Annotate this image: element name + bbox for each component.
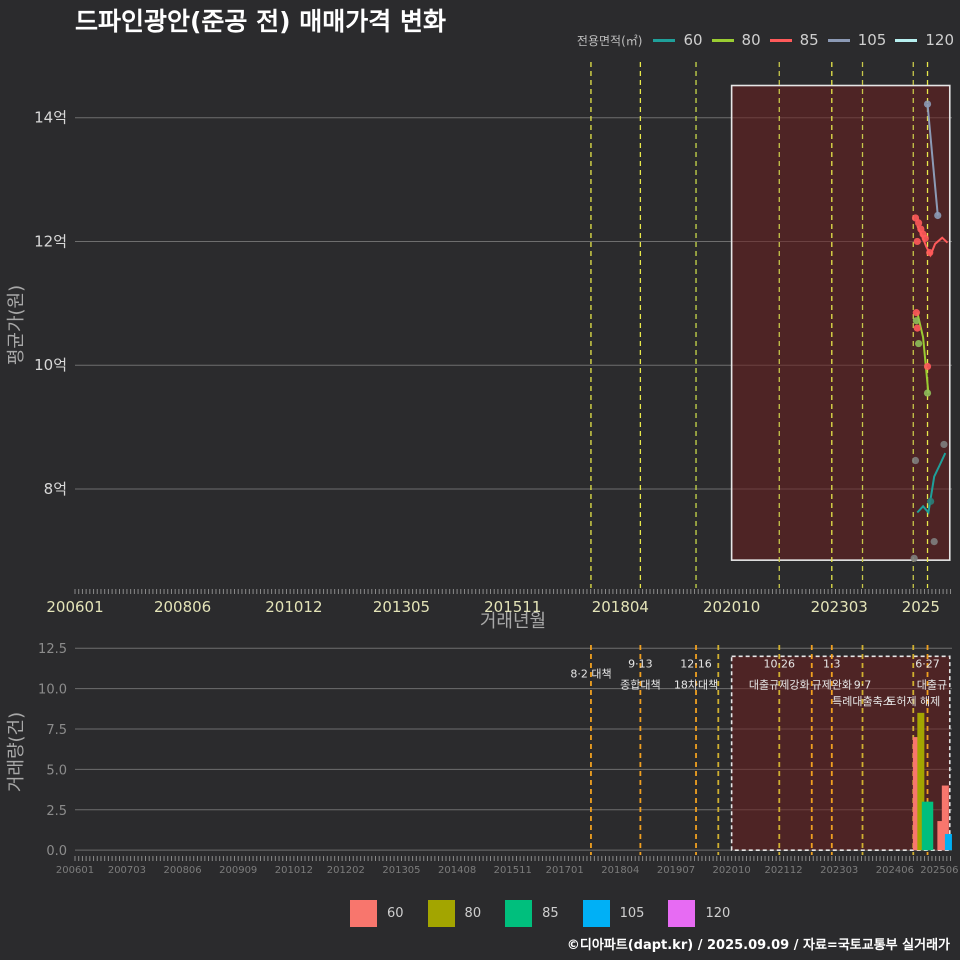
policy-annotation: 10·26 <box>764 658 796 671</box>
legend-item-105: 105 <box>582 900 645 927</box>
data-point <box>940 440 948 449</box>
legend-label: 105 <box>619 906 645 921</box>
x-tick-label: 200909 <box>219 865 257 876</box>
policy-annotation: 대출규제강화 <box>749 679 810 692</box>
data-point <box>910 554 918 562</box>
x-tick-label: 201804 <box>592 598 649 616</box>
legend-color-swatch <box>668 900 696 927</box>
x-tick-label: 201804 <box>601 865 639 876</box>
x-tick-label: 202506 <box>920 865 958 876</box>
x-tick-label: 2025 <box>902 598 940 616</box>
legend-label: 85 <box>542 906 559 921</box>
y-tick-label: 5.0 <box>46 763 67 778</box>
x-tick-label: 200703 <box>108 865 146 876</box>
x-axis-title: 거래년월 <box>480 611 546 632</box>
y-tick-label: 14억 <box>34 109 67 127</box>
data-point <box>927 497 935 505</box>
legend-label: 80 <box>464 906 482 921</box>
x-tick-label: 202406 <box>876 865 914 876</box>
policy-annotation: 1·3 <box>823 658 841 671</box>
data-point <box>934 211 942 220</box>
x-tick-label: 201305 <box>382 865 420 876</box>
legend-color-swatch <box>427 900 455 927</box>
legend-color-swatch <box>505 900 533 927</box>
data-point <box>915 339 923 348</box>
data-point <box>913 324 921 332</box>
x-tick-label: 200806 <box>163 865 201 876</box>
legend-item-85: 85 <box>505 900 559 927</box>
x-tick-label: 202112 <box>764 865 802 876</box>
legend-item-80: 80 <box>427 900 482 927</box>
source-credit: ©디아파트(dapt.kr) / 2025.09.09 / 자료=국토교통부 실… <box>566 938 950 953</box>
x-tick-label: 200806 <box>154 598 211 616</box>
data-point <box>912 309 920 317</box>
x-tick-label: 202303 <box>820 865 858 876</box>
data-point <box>923 100 932 108</box>
y-tick-label: 12억 <box>34 232 67 250</box>
x-tick-label: 200601 <box>56 865 94 876</box>
legend-color-swatch <box>350 900 377 927</box>
x-tick-label: 201408 <box>438 865 476 876</box>
legend-color-swatch <box>582 900 610 927</box>
policy-annotation: 토허제 해제 <box>886 694 940 708</box>
volume-bar <box>944 834 952 851</box>
x-tick-label: 201012 <box>275 865 313 876</box>
x-tick-label: 201701 <box>546 865 584 876</box>
data-point <box>923 362 932 371</box>
y-axis-title: 평균가(원) <box>6 285 27 365</box>
data-point <box>912 317 920 325</box>
x-tick-label: 201511 <box>494 865 532 876</box>
policy-annotation: 12·16 <box>680 658 712 671</box>
policy-annotation: 9·7 <box>854 679 872 692</box>
policy-annotation: 8·2 대책 <box>570 667 611 680</box>
data-point <box>926 248 934 257</box>
y-tick-label: 8억 <box>44 480 67 498</box>
x-tick-label: 202010 <box>713 865 751 876</box>
data-point <box>911 456 920 465</box>
policy-annotation: 규제완화 <box>812 679 852 692</box>
chart-canvas: 8억 10억 12억 14억 200601 200806 201012 201305 20151… <box>6 62 958 876</box>
y-tick-label: 2.5 <box>46 804 67 819</box>
y-tick-label: 10.0 <box>38 683 67 698</box>
policy-annotation: 종합대책 <box>620 679 660 692</box>
legend-label: 120 <box>705 906 731 921</box>
y-axis-title: 거래량(건) <box>6 712 27 792</box>
data-point <box>930 537 938 546</box>
y-tick-label: 7.5 <box>46 723 67 738</box>
x-tick-label: 202010 <box>703 598 760 616</box>
y-tick-label: 12.5 <box>38 642 67 657</box>
data-point <box>923 389 932 397</box>
volume-legend: 60 80 85 105 120 <box>350 900 742 927</box>
x-tick-label: 201202 <box>327 865 365 876</box>
y-tick-label: 0.0 <box>46 844 67 859</box>
x-tick-label: 201305 <box>373 598 430 616</box>
policy-annotation: 9·13 <box>628 658 653 671</box>
policy-annotation: 대출규 <box>917 679 947 692</box>
x-tick-label: 200601 <box>46 598 103 616</box>
policy-annotation: 6·27 <box>915 658 940 671</box>
data-point <box>913 237 921 246</box>
legend-item-60: 60 <box>350 900 404 927</box>
x-tick-label: 201907 <box>657 865 695 876</box>
legend-label: 60 <box>387 906 404 921</box>
x-tick-label: 202303 <box>811 598 868 616</box>
policy-annotation: 18차대책 <box>674 679 718 692</box>
legend-item-120: 120 <box>668 900 730 927</box>
y-tick-label: 10억 <box>34 356 67 374</box>
data-point <box>915 219 923 227</box>
x-tick-label: 201012 <box>265 598 322 616</box>
data-point <box>921 234 929 242</box>
volume-bar <box>926 801 934 851</box>
policy-annotation: 특례대출축소 <box>832 695 893 708</box>
